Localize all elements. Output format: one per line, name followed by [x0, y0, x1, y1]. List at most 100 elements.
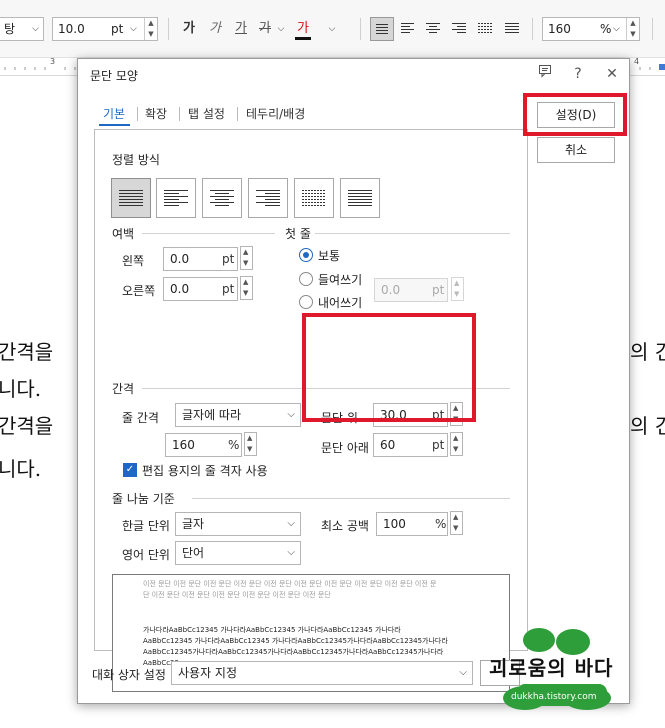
center-align-button[interactable] [202, 178, 242, 218]
dialog-setting-select[interactable]: 사용자 지정 ⌵ [171, 661, 473, 685]
doc-line: 니다. [0, 377, 42, 401]
margin-left-unit: pt [222, 252, 235, 266]
first-line-indent-radio[interactable] [299, 272, 313, 286]
doc-line: 간격을 [0, 414, 54, 438]
space-above-field[interactable]: 30.0 pt [373, 403, 448, 427]
dialog-titlebar[interactable]: 문단 모양 ? ✕ [78, 59, 629, 89]
chevron-down-icon[interactable]: ⌵ [326, 17, 338, 41]
english-unit-select[interactable]: 단어 ⌵ [175, 541, 301, 565]
watermark-logo: 괴로움의 바다 dukkha.tistory.com [487, 626, 627, 710]
italic-button[interactable]: 가 [206, 17, 224, 41]
grid-checkbox[interactable]: ✓ [123, 463, 137, 477]
justify-align-button[interactable] [111, 178, 151, 218]
first-line-outdent-radio[interactable] [299, 295, 313, 309]
chevron-down-icon: ⌵ [32, 24, 39, 34]
preview-body-line: 가나다라AaBbCc12345 가나다라AaBbCc12345 가나다라AaBb… [143, 626, 401, 634]
tab-basic[interactable]: 기본 [103, 105, 125, 125]
chevron-down-icon: ⌵ [613, 24, 620, 34]
first-line-section-title: 첫 줄 [285, 227, 311, 241]
section-divider [142, 233, 275, 234]
preview-prev-line: 이전 문단 이전 문단 이전 문단 이전 문단 이전 문단 이전 문단 이전 문… [143, 580, 437, 588]
space-below-value: 60 [380, 438, 396, 452]
space-above-label: 문단 위 [321, 411, 358, 425]
cancel-button[interactable]: 취소 [537, 137, 615, 163]
font-color-button[interactable]: 가 [292, 17, 314, 41]
margin-right-field[interactable]: 0.0 pt [163, 277, 238, 301]
margin-left-spinner[interactable]: ▲ ▼ [240, 246, 253, 270]
split-align-button[interactable] [340, 178, 380, 218]
font-color-bar-icon [295, 37, 311, 40]
space-below-unit: pt [432, 438, 445, 452]
section-divider [142, 388, 510, 389]
first-line-outdent-label: 내어쓰기 [318, 296, 363, 310]
margin-left-field[interactable]: 0.0 pt [163, 247, 238, 271]
zoom-spinner[interactable]: ▲ ▼ [626, 18, 639, 40]
line-spacing-value: 160 [172, 438, 195, 452]
right-align-button[interactable] [248, 178, 288, 218]
first-line-normal-radio[interactable] [299, 248, 313, 262]
font-color-glyph: 가 [297, 21, 309, 36]
font-size-spinner[interactable]: ▲ ▼ [144, 18, 157, 40]
center-align-icon [210, 190, 234, 206]
line-spacing-spinner[interactable]: ▲ ▼ [244, 432, 257, 456]
help-icon[interactable]: ? [568, 64, 588, 84]
distribute-align-button[interactable] [294, 178, 334, 218]
dialog-setting-label: 대화 상자 설정 [92, 668, 166, 682]
zoom-field[interactable]: 160 % ⌵ ▲ ▼ [542, 17, 640, 41]
strikethrough-button[interactable]: 가 [256, 17, 274, 41]
tab-border-background[interactable]: 테두리/배경 [246, 105, 305, 125]
justify-align-icon [119, 190, 143, 206]
korean-unit-value: 글자 [182, 517, 205, 531]
english-unit-value: 단어 [182, 546, 205, 560]
right-align-icon [256, 190, 280, 206]
font-size-field[interactable]: 10.0 pt ⌵ ▲ ▼ [52, 17, 158, 41]
first-line-spinner[interactable]: ▲ ▼ [451, 277, 464, 301]
chevron-down-icon: ⌵ [287, 409, 295, 420]
line-spacing-type-select[interactable]: 글자에 따라 ⌵ [175, 403, 301, 427]
underline-button[interactable]: 가 [232, 17, 250, 41]
space-above-value: 30.0 [380, 408, 407, 422]
min-space-spinner[interactable]: ▲ ▼ [450, 511, 463, 535]
left-align-icon[interactable] [396, 17, 420, 41]
justify-align-icon[interactable] [370, 17, 394, 41]
space-below-spinner[interactable]: ▲ ▼ [450, 432, 463, 456]
style-select[interactable]: 탕 ⌵ [0, 17, 44, 41]
preview-body-line: AaBbCc12345 가나다라AaBbCc12345 가나다라AaBbCc12… [143, 637, 448, 645]
first-line-value-field[interactable]: 0.0 pt [374, 278, 448, 302]
ruler-label-3: 3 [50, 57, 56, 66]
doc-line: 간격을 [0, 340, 54, 364]
distribute-align-icon[interactable] [473, 17, 497, 41]
space-above-spinner[interactable]: ▲ ▼ [450, 402, 463, 426]
font-size-value: 10.0 [58, 22, 85, 36]
indent-marker-icon[interactable] [659, 64, 665, 70]
line-break-section-title: 줄 나눔 기준 [112, 492, 175, 506]
space-below-field[interactable]: 60 pt [373, 433, 448, 457]
min-space-field[interactable]: 100 % [376, 512, 448, 536]
bold-button[interactable]: 가 [180, 17, 198, 41]
korean-unit-select[interactable]: 글자 ⌵ [175, 512, 301, 536]
section-divider [192, 498, 510, 499]
tab-divider [179, 107, 180, 121]
tab-extended[interactable]: 확장 [145, 105, 167, 125]
comment-icon[interactable] [535, 64, 555, 84]
spacing-section-title: 간격 [112, 382, 135, 396]
chevron-down-icon: ⌵ [287, 518, 295, 529]
tab-divider [237, 107, 238, 121]
split-align-icon[interactable] [500, 17, 524, 41]
close-icon[interactable]: ✕ [602, 64, 622, 84]
chevron-down-icon: ⌵ [459, 667, 467, 678]
tab-tab-settings[interactable]: 탭 설정 [188, 105, 225, 125]
line-spacing-type-value: 글자에 따라 [182, 408, 242, 422]
margin-right-spinner[interactable]: ▲ ▼ [240, 276, 253, 300]
center-align-icon[interactable] [421, 17, 445, 41]
tab-divider [137, 107, 138, 121]
toolbar-divider [360, 18, 361, 40]
right-align-icon[interactable] [447, 17, 471, 41]
line-spacing-value-field[interactable]: 160 % [165, 433, 242, 457]
margin-right-value: 0.0 [170, 282, 190, 296]
ok-button[interactable]: 설정(D) [537, 102, 615, 128]
chevron-down-icon[interactable]: ⌵ [275, 17, 287, 41]
left-align-button[interactable] [156, 178, 196, 218]
section-divider [315, 233, 510, 234]
watermark-url: dukkha.tistory.com [511, 692, 597, 702]
